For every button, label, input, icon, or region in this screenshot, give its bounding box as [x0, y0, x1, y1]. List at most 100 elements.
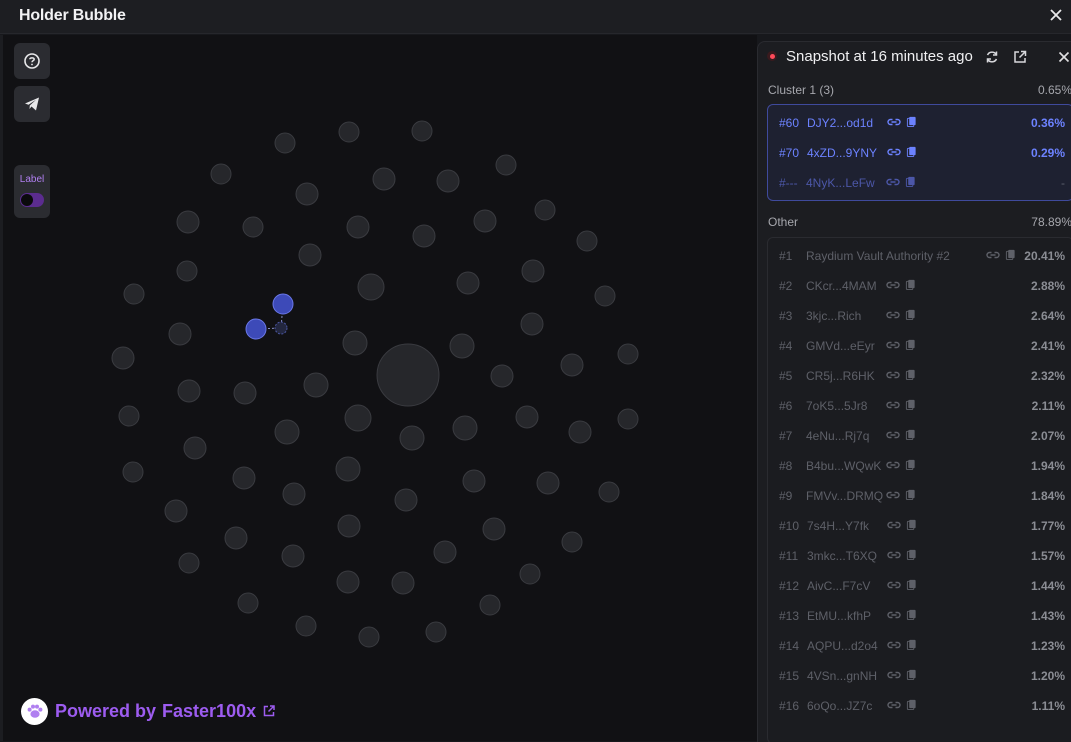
- holder-bubble[interactable]: [344, 404, 372, 432]
- holder-bubble[interactable]: [337, 514, 361, 538]
- copy-icon[interactable]: [905, 279, 916, 290]
- holder-bubble[interactable]: [335, 456, 361, 482]
- holder-bubble[interactable]: [521, 259, 545, 283]
- link-icon[interactable]: [886, 339, 900, 351]
- holder-bubble[interactable]: [617, 408, 639, 430]
- holder-address[interactable]: AQPU...d2o4: [807, 639, 878, 653]
- holder-bubble[interactable]: [617, 343, 639, 365]
- link-icon[interactable]: [886, 279, 900, 291]
- link-icon[interactable]: [887, 549, 901, 561]
- holder-bubble[interactable]: [372, 167, 396, 191]
- holder-row[interactable]: #15 4VSn...gnNH 1.20%: [768, 661, 1071, 691]
- holder-row[interactable]: #3 3kjc...Rich 2.64%: [768, 301, 1071, 331]
- holder-bubble[interactable]: [473, 209, 497, 233]
- holder-bubble[interactable]: [210, 163, 232, 185]
- holder-bubble[interactable]: [282, 482, 306, 506]
- holder-bubble[interactable]: [176, 260, 198, 282]
- telegram-button[interactable]: [14, 86, 50, 122]
- holder-address[interactable]: 7oK5...5Jr8: [806, 399, 867, 413]
- link-icon[interactable]: [886, 459, 900, 471]
- holder-bubble[interactable]: [111, 346, 135, 370]
- cluster-row[interactable]: #--- 4NyK...LeFw -: [768, 168, 1071, 198]
- holder-bubble[interactable]: [176, 210, 200, 234]
- link-icon[interactable]: [887, 669, 901, 681]
- holder-bubble[interactable]: [482, 517, 506, 541]
- holder-address[interactable]: CR5j...R6HK: [806, 369, 875, 383]
- copy-icon[interactable]: [906, 669, 917, 680]
- holder-row[interactable]: #4 GMVd...eEyr 2.41%: [768, 331, 1071, 361]
- holder-bubble[interactable]: [490, 364, 514, 388]
- holder-bubble[interactable]: [233, 381, 257, 405]
- link-icon[interactable]: [886, 399, 900, 411]
- holder-bubble[interactable]: [594, 285, 616, 307]
- copy-icon[interactable]: [905, 309, 916, 320]
- holder-row[interactable]: #10 7s4H...Y7fk 1.77%: [768, 511, 1071, 541]
- holder-row[interactable]: #8 B4bu...WQwK 1.94%: [768, 451, 1071, 481]
- cluster-row[interactable]: #60 DJY2...od1d 0.36%: [768, 108, 1071, 138]
- holder-bubble[interactable]: [123, 283, 145, 305]
- holder-bubble[interactable]: [536, 471, 560, 495]
- holder-bubble[interactable]: [122, 461, 144, 483]
- holder-bubble[interactable]: [274, 132, 296, 154]
- holder-bubble[interactable]: [338, 121, 360, 143]
- holder-row[interactable]: #9 FMVv...DRMQ 1.84%: [768, 481, 1071, 511]
- holder-row[interactable]: #12 AivC...F7cV 1.44%: [768, 571, 1071, 601]
- cluster-bubble[interactable]: [272, 293, 294, 315]
- holder-row[interactable]: #2 CKcr...4MAM 2.88%: [768, 271, 1071, 301]
- link-icon[interactable]: [887, 579, 901, 591]
- holder-bubble[interactable]: [242, 216, 264, 238]
- holder-bubble[interactable]: [237, 592, 259, 614]
- cluster-bubble[interactable]: [274, 321, 288, 335]
- holder-bubble[interactable]: [456, 271, 480, 295]
- powered-by-link[interactable]: Powered by Faster100x: [21, 697, 276, 725]
- copy-icon[interactable]: [1005, 249, 1016, 260]
- holder-row[interactable]: #13 EtMU...kfhP 1.43%: [768, 601, 1071, 631]
- holder-bubble[interactable]: [519, 563, 541, 585]
- holder-address[interactable]: DJY2...od1d: [807, 116, 873, 130]
- link-icon[interactable]: [886, 369, 900, 381]
- holder-address[interactable]: B4bu...WQwK: [806, 459, 881, 473]
- holder-address[interactable]: Raydium Vault Authority #2: [806, 249, 950, 263]
- holder-address[interactable]: EtMU...kfhP: [807, 609, 871, 623]
- holder-address[interactable]: FMVv...DRMQ: [806, 489, 883, 503]
- holder-address[interactable]: 4xZD...9YNY: [807, 146, 877, 160]
- link-icon[interactable]: [886, 309, 900, 321]
- holder-address[interactable]: 6oQo...JZ7c: [807, 699, 872, 713]
- copy-icon[interactable]: [906, 146, 917, 157]
- holder-bubble[interactable]: [515, 405, 539, 429]
- copy-icon[interactable]: [905, 369, 916, 380]
- holder-bubble[interactable]: [295, 182, 319, 206]
- copy-icon[interactable]: [905, 489, 916, 500]
- close-icon[interactable]: [1056, 49, 1071, 65]
- copy-icon[interactable]: [905, 459, 916, 470]
- copy-icon[interactable]: [906, 609, 917, 620]
- copy-icon[interactable]: [906, 699, 917, 710]
- holder-bubble[interactable]: [411, 120, 433, 142]
- link-icon[interactable]: [887, 146, 901, 158]
- bubble-canvas[interactable]: Label: [3, 35, 757, 741]
- holder-address[interactable]: 3mkc...T6XQ: [807, 549, 877, 563]
- holder-address[interactable]: 4eNu...Rj7q: [806, 429, 869, 443]
- copy-icon[interactable]: [906, 116, 917, 127]
- holder-row[interactable]: #5 CR5j...R6HK 2.32%: [768, 361, 1071, 391]
- holder-bubble[interactable]: [177, 379, 201, 403]
- holder-bubble[interactable]: [534, 199, 556, 221]
- bubble-map[interactable]: [3, 35, 757, 741]
- cluster-bubble[interactable]: [245, 318, 267, 340]
- holder-row[interactable]: #7 4eNu...Rj7q 2.07%: [768, 421, 1071, 451]
- holder-bubble[interactable]: [346, 215, 370, 239]
- holder-bubble[interactable]: [336, 570, 360, 594]
- holder-bubble[interactable]: [281, 544, 305, 568]
- holder-bubble[interactable]: [298, 243, 322, 267]
- holder-bubble[interactable]: [520, 312, 544, 336]
- holder-bubble[interactable]: [576, 230, 598, 252]
- holder-bubble[interactable]: [224, 526, 248, 550]
- holder-bubble[interactable]: [561, 531, 583, 553]
- link-icon[interactable]: [886, 176, 900, 188]
- holder-bubble[interactable]: [399, 425, 425, 451]
- holder-bubble[interactable]: [412, 224, 436, 248]
- holder-row[interactable]: #6 7oK5...5Jr8 2.11%: [768, 391, 1071, 421]
- copy-icon[interactable]: [906, 519, 917, 530]
- holder-bubble[interactable]: [118, 405, 140, 427]
- link-icon[interactable]: [887, 699, 901, 711]
